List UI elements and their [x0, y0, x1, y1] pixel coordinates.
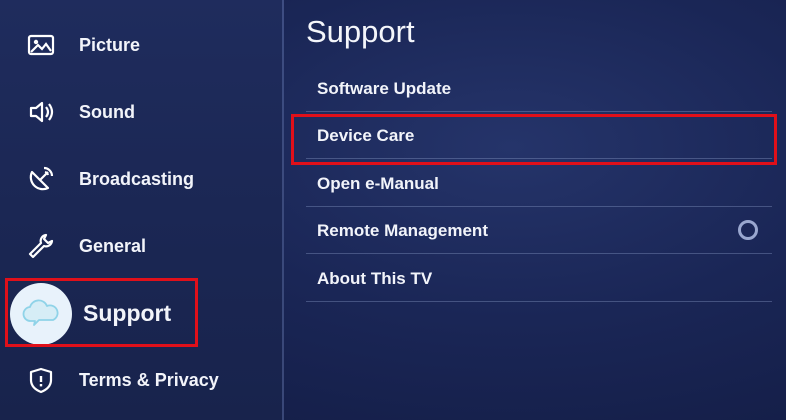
tv-settings-screen: Picture Sound Broadcasting General Suppo… [0, 0, 786, 420]
sidebar-item-general[interactable]: General [0, 218, 284, 274]
support-highlight-box [5, 278, 198, 347]
sidebar-item-label: General [79, 235, 147, 256]
menu-item-label: About This TV [317, 268, 433, 288]
sidebar-item-label: Terms & Privacy [79, 369, 219, 390]
broadcast-icon [26, 164, 56, 194]
menu-item-label: Software Update [317, 78, 452, 98]
menu-item-label: Open e-Manual [317, 173, 439, 193]
page-title: Support [306, 14, 415, 49]
sidebar-item-picture[interactable]: Picture [0, 17, 284, 73]
sidebar-item-label: Sound [79, 101, 135, 122]
device-care-highlight-box [291, 114, 777, 165]
menu-item-label: Remote Management [317, 220, 488, 240]
picture-icon [26, 30, 56, 60]
menu-item-open-e-manual[interactable]: Open e-Manual [306, 161, 772, 207]
sidebar-item-label: Picture [79, 34, 141, 55]
wrench-icon [26, 231, 56, 261]
speaker-icon [26, 97, 56, 127]
sidebar-item-terms-privacy[interactable]: Terms & Privacy [0, 352, 284, 408]
shield-icon [26, 365, 56, 395]
menu-item-remote-management[interactable]: Remote Management [306, 208, 772, 254]
sidebar-item-label: Broadcasting [79, 168, 195, 189]
sidebar-item-broadcasting[interactable]: Broadcasting [0, 151, 284, 207]
menu-item-software-update[interactable]: Software Update [306, 66, 772, 112]
settings-sidebar: Picture Sound Broadcasting General Suppo… [0, 0, 284, 420]
toggle-indicator [743, 225, 753, 235]
remote-management-toggle[interactable] [738, 220, 758, 240]
sidebar-item-sound[interactable]: Sound [0, 84, 284, 140]
menu-item-about-this-tv[interactable]: About This TV [306, 256, 772, 302]
support-panel: Support Software Update Device Care Open… [286, 0, 786, 420]
